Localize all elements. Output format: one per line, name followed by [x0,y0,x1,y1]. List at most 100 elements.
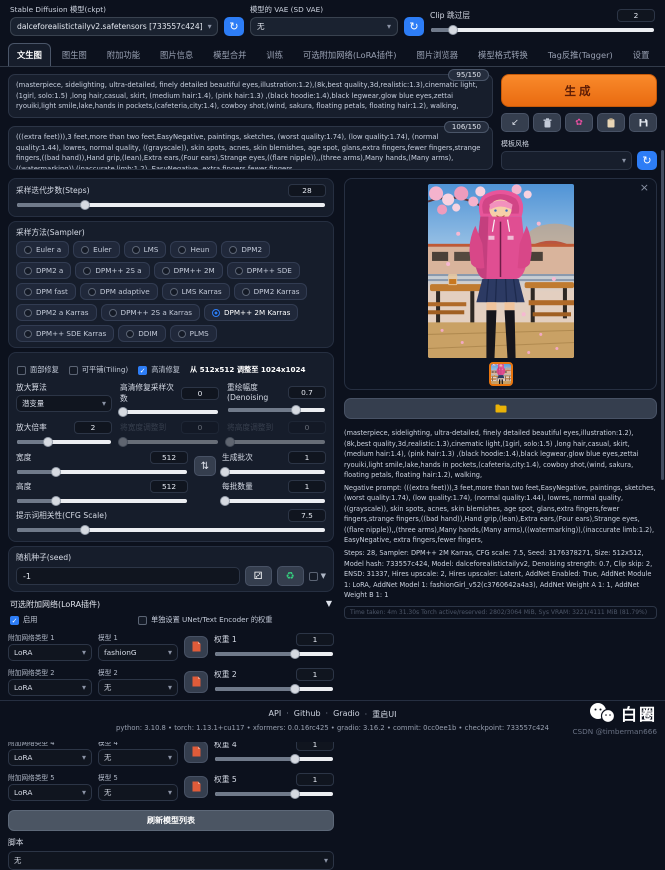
sampler-option[interactable]: DPM++ 2S a Karras [101,304,200,321]
swap-dimensions-button[interactable]: ⇅ [194,456,216,476]
generated-image[interactable] [428,184,574,358]
generate-button[interactable]: 生成 [501,74,657,107]
sampler-option[interactable]: DPM adaptive [80,283,158,300]
tab[interactable]: 可选附加网络(LoRA插件) [294,43,406,66]
tab[interactable]: Tag反推(Tagger) [539,43,622,66]
sampler-option[interactable]: PLMS [170,325,217,342]
tab[interactable]: 图片浏览器 [408,43,468,66]
lora-model-dropdown[interactable]: 无▾ [98,679,178,696]
sampler-option[interactable]: DPM2 Karras [234,283,308,300]
clear-prompt-button[interactable] [533,113,561,132]
lora-type-dropdown[interactable]: LoRA▾ [8,784,92,801]
sampler-option[interactable]: Euler [73,241,119,258]
tiling-checkbox[interactable]: 可平铺(Tiling) [69,365,128,375]
lora-weight-value[interactable]: 1 [296,633,334,646]
footer-link[interactable]: Gradio [326,709,360,720]
negative-prompt-input[interactable]: (((extra feet))),3 feet,more than two fe… [8,126,493,170]
steps-value[interactable]: 28 [288,184,326,197]
tab[interactable]: 图生图 [53,43,96,66]
addnet-separate-weights-checkbox[interactable]: 单独设置 UNet/Text Encoder 的权重 [138,615,272,625]
restore-faces-checkbox[interactable]: 面部修复 [17,365,59,375]
sampler-option[interactable]: LMS [124,241,167,258]
sampler-option[interactable]: DPM++ SDE Karras [16,325,114,342]
tab[interactable]: 训练 [257,43,292,66]
sampler-option[interactable]: Euler a [16,241,69,258]
seed-input[interactable] [16,567,240,585]
tab[interactable]: 文生图 [8,43,51,66]
sampler-option[interactable]: DPM++ SDE [227,262,300,279]
upscale-by-value[interactable]: 2 [74,421,112,434]
lora-model-dropdown[interactable]: 无▾ [98,749,178,766]
vae-dropdown[interactable]: 无 ▾ [250,17,398,36]
lora-type-dropdown[interactable]: LoRA▾ [8,644,92,661]
addnet-section-header[interactable]: 可选附加网络(LoRA插件) ▼ [10,599,332,610]
reuse-seed-button[interactable]: ♻ [277,566,304,586]
lora-weight-slider[interactable] [215,652,333,656]
addnet-enable-checkbox[interactable]: ✓启用 [10,615,138,625]
batch-size-slider[interactable] [223,499,325,503]
sampler-option[interactable]: DPM fast [16,283,76,300]
refresh-styles-button[interactable]: ↻ [637,151,657,170]
width-slider[interactable] [17,470,187,474]
sampler-option[interactable]: LMS Karras [162,283,230,300]
refresh-checkpoint-button[interactable]: ↻ [224,17,244,36]
denoising-value[interactable]: 0.7 [288,386,326,399]
hires-steps-value[interactable]: 0 [181,387,219,400]
lora-model-dropdown[interactable]: 无▾ [98,784,178,801]
lora-weight-slider[interactable] [215,792,333,796]
lora-model-file-button[interactable] [184,636,208,658]
cfg-value[interactable]: 7.5 [288,509,326,522]
hires-fix-checkbox[interactable]: ✓高清修复 [138,365,180,375]
sampler-option[interactable]: DPM++ 2M [154,262,223,279]
script-dropdown[interactable]: 无▾ [8,851,334,870]
paste-params-button[interactable]: ↙ [501,113,529,132]
batch-count-slider[interactable] [223,470,325,474]
sampler-option[interactable]: DPM++ 2M Karras [204,304,298,321]
lora-model-file-button[interactable] [184,776,208,798]
batch-size-value[interactable]: 1 [288,480,326,493]
lora-type-dropdown[interactable]: LoRA▾ [8,749,92,766]
random-seed-button[interactable]: ⚂ [245,566,272,586]
lora-type-dropdown[interactable]: LoRA▾ [8,679,92,696]
sampler-option[interactable]: DPM++ 2S a [75,262,149,279]
open-folder-button[interactable] [344,398,657,419]
apply-style-button[interactable] [597,113,625,132]
extra-seed-checkbox[interactable]: ▼ [309,572,326,581]
height-slider[interactable] [17,499,187,503]
hires-steps-slider[interactable] [121,410,218,414]
sampler-option[interactable]: DPM2 a [16,262,71,279]
sampler-option[interactable]: DPM2 a Karras [16,304,97,321]
tab[interactable]: 模型格式转换 [469,43,537,66]
footer-link[interactable]: API [269,709,282,720]
lora-model-file-button[interactable] [184,671,208,693]
lora-weight-slider[interactable] [215,687,333,691]
sampler-option[interactable]: DPM2 [221,241,270,258]
refresh-models-button[interactable]: 刷新模型列表 [8,810,334,831]
footer-link[interactable]: Github [286,709,320,720]
lora-weight-value[interactable]: 1 [296,668,334,681]
lora-weight-value[interactable]: 1 [296,773,334,786]
close-icon[interactable]: × [640,181,649,194]
lora-weight-slider[interactable] [215,757,333,761]
scrollbar[interactable] [661,150,664,480]
width-value[interactable]: 512 [150,451,188,464]
tab[interactable]: 模型合并 [204,43,255,66]
height-value[interactable]: 512 [150,480,188,493]
gallery-thumbnail[interactable] [489,362,513,386]
refresh-vae-button[interactable]: ↻ [404,17,424,36]
tab[interactable]: 图片信息 [151,43,202,66]
upscaler-dropdown[interactable]: 潜变量▾ [16,395,112,412]
tab[interactable]: 扩展 [660,43,665,66]
prompt-input[interactable]: (masterpiece, sidelighting, ultra-detail… [8,74,493,118]
batch-count-value[interactable]: 1 [288,451,326,464]
lora-model-file-button[interactable] [184,741,208,763]
steps-slider[interactable] [17,203,325,207]
sampler-option[interactable]: Heun [170,241,217,258]
denoising-slider[interactable] [228,408,325,412]
clip-skip-value[interactable]: 2 [617,9,655,22]
checkpoint-dropdown[interactable]: dalceforealistictailyv2.safetensors [733… [10,17,218,36]
footer-link[interactable]: 重启UI [365,709,397,720]
tab[interactable]: 附加功能 [98,43,149,66]
lora-model-dropdown[interactable]: fashionG▾ [98,644,178,661]
extra-networks-button[interactable]: ✿ [565,113,593,132]
